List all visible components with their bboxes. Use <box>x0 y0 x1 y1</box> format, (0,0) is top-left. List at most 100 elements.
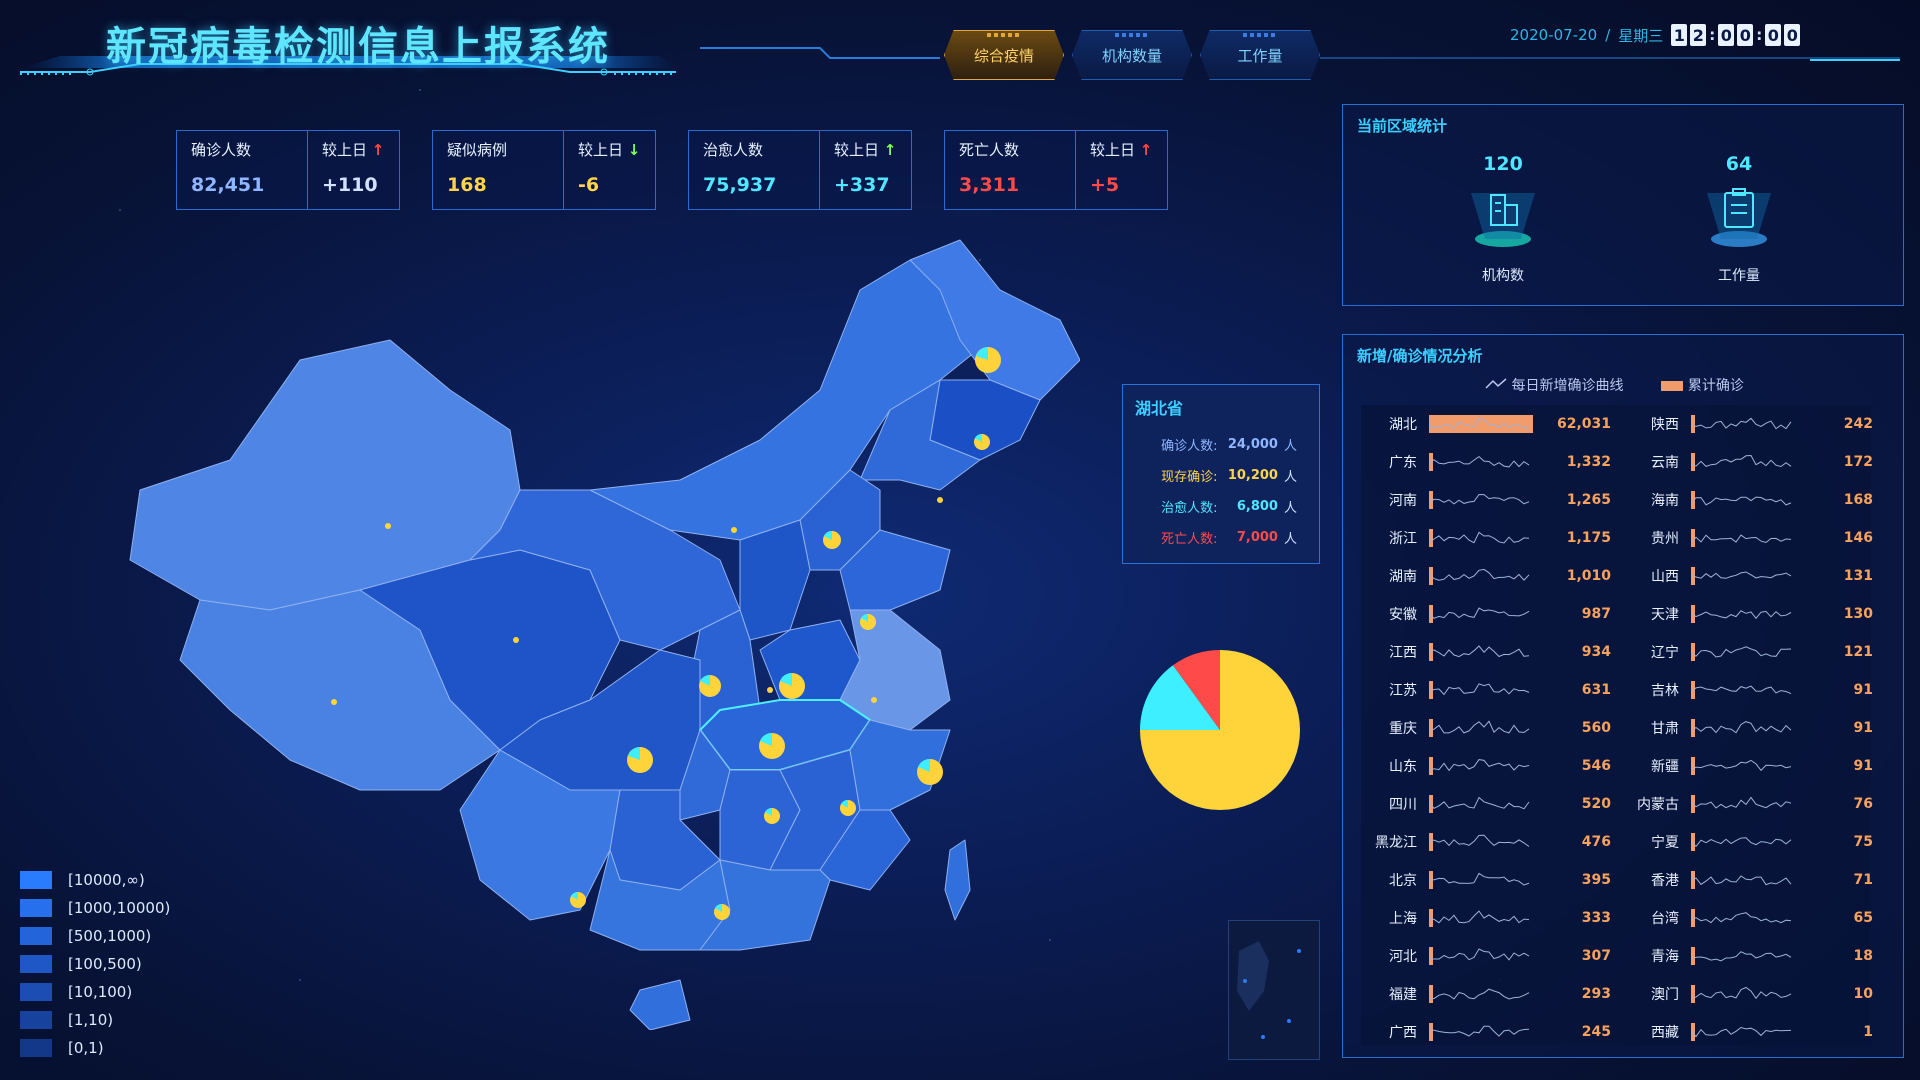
cumulative-bar <box>1429 833 1533 851</box>
cumulative-bar <box>1691 529 1795 547</box>
tab-workload[interactable]: 工作量 <box>1200 30 1320 80</box>
legend-label: [0,1) <box>68 1039 104 1057</box>
legend-label: [1,10) <box>68 1011 114 1029</box>
province-name: 吉林 <box>1651 683 1679 699</box>
legend-swatch <box>20 983 52 1001</box>
province-row[interactable]: 天津 130 <box>1623 595 1873 633</box>
legend-label: [10000,∞) <box>68 871 145 889</box>
province-row[interactable]: 浙江 1,175 <box>1361 519 1611 557</box>
legend-item[interactable]: [1,10) <box>20 1006 170 1034</box>
province-row[interactable]: 贵州 146 <box>1623 519 1873 557</box>
province-row[interactable]: 北京 395 <box>1361 861 1611 899</box>
clock: 1 2 : 0 0 : 0 0 <box>1671 24 1801 46</box>
province-row[interactable]: 台湾 65 <box>1623 899 1873 937</box>
province-name: 北京 <box>1389 873 1417 889</box>
province-row[interactable]: 河南 1,265 <box>1361 481 1611 519</box>
province-value: 395 <box>1581 872 1611 888</box>
map-region-shanxi[interactable] <box>739 519 811 641</box>
province-row[interactable]: 河北 307 <box>1361 937 1611 975</box>
province-row[interactable]: 香港 71 <box>1623 861 1873 899</box>
province-row[interactable]: 福建 293 <box>1361 975 1611 1013</box>
province-row[interactable]: 青海 18 <box>1623 937 1873 975</box>
legend-item[interactable]: [10000,∞) <box>20 866 170 894</box>
province-name: 黑龙江 <box>1375 835 1417 851</box>
tooltip-unit: 人 <box>1283 470 1297 485</box>
map-region-hainan[interactable] <box>629 979 691 1030</box>
stat-compare-value: +110 <box>322 174 378 196</box>
clock-digit: 1 <box>1671 24 1688 46</box>
province-row[interactable]: 黑龙江 476 <box>1361 823 1611 861</box>
province-row[interactable]: 湖南 1,010 <box>1361 557 1611 595</box>
province-row[interactable]: 澳门 10 <box>1623 975 1873 1013</box>
province-value: 245 <box>1581 1024 1611 1040</box>
province-row[interactable]: 安徽 987 <box>1361 595 1611 633</box>
map-pie-marker <box>860 613 876 630</box>
province-row[interactable]: 辽宁 121 <box>1623 633 1873 671</box>
province-value: 1,332 <box>1566 454 1611 470</box>
cumulative-bar <box>1429 1023 1533 1041</box>
province-row[interactable]: 云南 172 <box>1623 443 1873 481</box>
province-row[interactable]: 广东 1,332 <box>1361 443 1611 481</box>
cumulative-bar <box>1429 871 1533 889</box>
province-row[interactable]: 山西 131 <box>1623 557 1873 595</box>
china-map[interactable] <box>120 230 1080 1030</box>
province-row[interactable]: 江苏 631 <box>1361 671 1611 709</box>
legend-item[interactable]: [1000,10000) <box>20 894 170 922</box>
page-title: 新冠病毒检测信息上报系统 <box>106 24 610 70</box>
province-value: 168 <box>1843 492 1873 508</box>
province-name: 陕西 <box>1651 417 1679 433</box>
cumulative-bar <box>1691 833 1795 851</box>
analysis-list: 湖北 62,031 广东 1,332 河南 1,265 浙江 1,175 湖南 1,010 安徽 98… <box>1361 405 1873 1045</box>
legend-item[interactable]: [0,1) <box>20 1034 170 1062</box>
tab-institutions[interactable]: 机构数量 <box>1072 30 1192 80</box>
map-pie-marker <box>823 531 841 549</box>
region-stat-institutions: 120 机构数 <box>1443 153 1563 285</box>
province-row[interactable]: 湖北 62,031 <box>1361 405 1611 443</box>
cumulative-bar <box>1429 605 1533 623</box>
province-name: 山西 <box>1651 569 1679 585</box>
legend-item[interactable]: [100,500) <box>20 950 170 978</box>
province-row[interactable]: 江西 934 <box>1361 633 1611 671</box>
province-value: 121 <box>1843 644 1873 660</box>
legend-item[interactable]: [500,1000) <box>20 922 170 950</box>
province-row[interactable]: 重庆 560 <box>1361 709 1611 747</box>
legend-item[interactable]: [10,100) <box>20 978 170 1006</box>
cumulative-bar <box>1429 491 1533 509</box>
province-value: 987 <box>1581 606 1611 622</box>
province-row[interactable]: 内蒙古 76 <box>1623 785 1873 823</box>
province-value: 75 <box>1853 834 1873 850</box>
province-row[interactable]: 宁夏 75 <box>1623 823 1873 861</box>
sparkline <box>1691 646 1792 658</box>
province-row[interactable]: 山东 546 <box>1361 747 1611 785</box>
province-row[interactable]: 甘肃 91 <box>1623 709 1873 747</box>
clock-digit: 0 <box>1737 24 1754 46</box>
province-row[interactable]: 海南 168 <box>1623 481 1873 519</box>
province-value: 130 <box>1843 606 1873 622</box>
stat-card-confirmed: 确诊人数 82,451 较上日 ↑ +110 <box>176 130 400 210</box>
clipboard-icon <box>1707 188 1771 247</box>
province-value: 476 <box>1581 834 1611 850</box>
legend-bar-item[interactable]: 累计确诊 <box>1661 375 1744 395</box>
province-row[interactable]: 西藏 1 <box>1623 1013 1873 1051</box>
province-row[interactable]: 陕西 242 <box>1623 405 1873 443</box>
legend-swatch <box>20 1011 52 1029</box>
tooltip-title: 湖北省 <box>1135 399 1184 418</box>
province-name: 山东 <box>1389 759 1417 775</box>
sparkline <box>1429 455 1530 468</box>
province-value: 546 <box>1581 758 1611 774</box>
stat-compare-value: +5 <box>1090 174 1120 196</box>
province-row[interactable]: 四川 520 <box>1361 785 1611 823</box>
tooltip-value: 24,000 <box>1227 437 1278 452</box>
building-icon <box>1471 193 1535 247</box>
cumulative-bar <box>1691 985 1795 1003</box>
province-row[interactable]: 新疆 91 <box>1623 747 1873 785</box>
map-region-taiwan[interactable] <box>944 839 971 921</box>
province-row[interactable]: 吉林 91 <box>1623 671 1873 709</box>
legend-line-item[interactable]: 每日新增确诊曲线 <box>1485 375 1623 395</box>
map-pie-marker <box>975 347 1001 373</box>
province-row[interactable]: 广西 245 <box>1361 1013 1611 1051</box>
tooltip-value: 10,200 <box>1227 468 1278 483</box>
province-name: 广东 <box>1389 455 1417 471</box>
province-row[interactable]: 上海 333 <box>1361 899 1611 937</box>
tab-overview[interactable]: 综合疫情 <box>944 30 1064 80</box>
